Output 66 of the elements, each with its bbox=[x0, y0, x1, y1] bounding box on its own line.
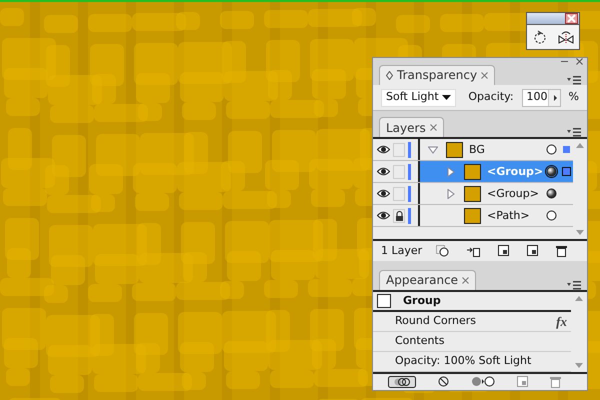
collapsed-triangle-icon[interactable] bbox=[446, 166, 456, 177]
layer-color-bar bbox=[408, 142, 411, 158]
clipping-mask-icon[interactable] bbox=[467, 245, 480, 258]
group-thumbnail bbox=[377, 294, 391, 308]
layer-name: <Group> bbox=[487, 164, 544, 180]
trash-icon[interactable] bbox=[556, 245, 567, 258]
layer-thumbnail bbox=[464, 164, 481, 180]
diamond-icon bbox=[386, 70, 393, 80]
panel-menu-icon[interactable] bbox=[567, 76, 581, 85]
target-circle-icon[interactable] bbox=[544, 165, 558, 178]
locate-object-icon[interactable] bbox=[436, 245, 449, 258]
percent-label: % bbox=[568, 89, 579, 106]
close-icon[interactable] bbox=[481, 72, 488, 79]
circle-icon[interactable] bbox=[544, 209, 558, 222]
clear-icon[interactable] bbox=[438, 376, 448, 388]
layer-color-bar bbox=[408, 208, 411, 224]
appearance-row[interactable]: Opacity: 100% Soft Light bbox=[373, 352, 571, 372]
new-art-icon[interactable] bbox=[388, 376, 416, 388]
eye-icon[interactable] bbox=[376, 189, 390, 198]
panel-tab[interactable]: Appearance bbox=[379, 270, 476, 290]
layer-count: 1 Layer bbox=[381, 243, 422, 260]
eye-icon[interactable] bbox=[376, 145, 390, 154]
lock-toggle[interactable] bbox=[393, 208, 405, 223]
caret-icon[interactable] bbox=[548, 90, 560, 106]
layer-thumbnail bbox=[464, 208, 481, 224]
eye-icon[interactable] bbox=[376, 211, 390, 220]
blend-mode-dropdown[interactable]: Soft Light bbox=[381, 88, 456, 107]
rotate-icon[interactable] bbox=[532, 30, 546, 44]
layer-thumbnail bbox=[464, 186, 481, 202]
collapsed-triangle-icon[interactable] bbox=[446, 188, 456, 199]
circle-icon[interactable] bbox=[544, 187, 558, 200]
appearance-row[interactable]: Round Corners fx bbox=[373, 312, 571, 332]
panel-tab[interactable]: Layers bbox=[379, 117, 444, 138]
new-sublayer-icon[interactable] bbox=[498, 245, 509, 256]
lock-toggle[interactable] bbox=[393, 142, 405, 157]
selection-square[interactable] bbox=[562, 146, 570, 154]
lock-toggle[interactable] bbox=[393, 186, 405, 201]
close-icon[interactable] bbox=[462, 276, 470, 284]
fx-badge[interactable]: fx bbox=[556, 312, 567, 332]
appearance-title: Group bbox=[403, 292, 441, 309]
layer-name: BG bbox=[469, 142, 485, 158]
caret-icon bbox=[442, 95, 452, 100]
new-layer-icon[interactable] bbox=[527, 245, 538, 256]
layer-name: <Group> bbox=[487, 186, 539, 202]
reduce-basic-icon[interactable] bbox=[470, 376, 494, 388]
appearance-row[interactable]: Contents bbox=[373, 332, 571, 352]
layer-name: <Path> bbox=[487, 208, 530, 224]
circle-icon[interactable] bbox=[544, 143, 558, 156]
layer-color-bar bbox=[408, 164, 411, 180]
selection-square[interactable] bbox=[562, 167, 571, 176]
lock-toggle[interactable] bbox=[393, 164, 405, 179]
opacity-label: Opacity: bbox=[468, 89, 514, 106]
duplicate-icon[interactable] bbox=[516, 376, 528, 388]
eye-icon[interactable] bbox=[376, 167, 390, 176]
opacity-field[interactable]: 100 bbox=[522, 88, 561, 107]
layer-thumbnail bbox=[446, 142, 463, 158]
expanded-triangle-icon[interactable] bbox=[428, 144, 438, 155]
close-icon[interactable] bbox=[430, 124, 437, 132]
layer-color-bar bbox=[408, 186, 411, 202]
close-icon[interactable] bbox=[576, 58, 583, 65]
reflect-icon[interactable] bbox=[558, 30, 574, 44]
lock-icon bbox=[394, 210, 404, 221]
panel-menu-icon[interactable] bbox=[567, 128, 581, 138]
panel-menu-icon[interactable] bbox=[567, 280, 581, 290]
minimize-icon[interactable] bbox=[561, 58, 568, 65]
panel-tab[interactable]: Transparency bbox=[379, 64, 496, 85]
